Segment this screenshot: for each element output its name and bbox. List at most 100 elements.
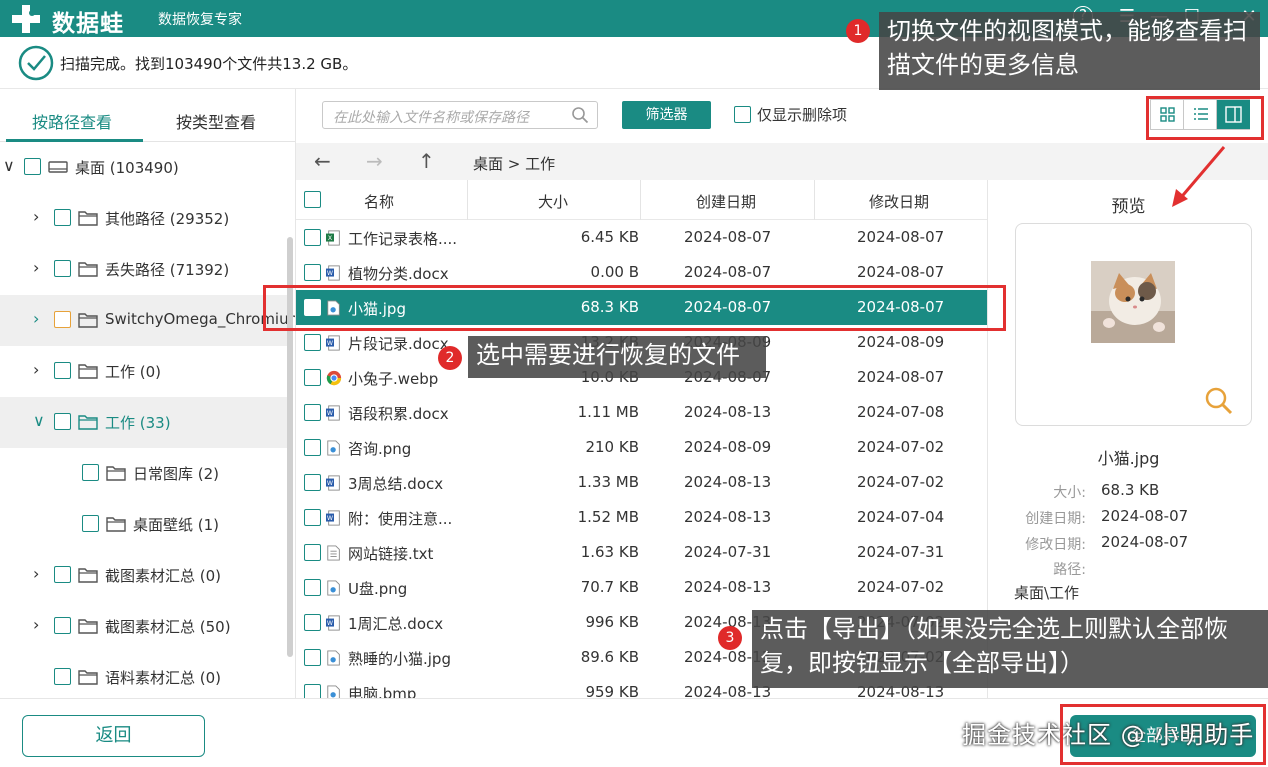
tree-item[interactable]: › 工作 (0) xyxy=(0,346,290,397)
image-icon xyxy=(327,580,340,596)
chevron-right-icon[interactable]: › xyxy=(33,360,49,380)
column-modified[interactable]: 修改日期 xyxy=(869,191,929,212)
folder-icon xyxy=(78,313,98,328)
file-row[interactable]: 咨询.png 210 KB 2024-08-09 2024-07-02 xyxy=(296,430,987,465)
folder-icon xyxy=(78,415,98,430)
meta-created-label: 创建日期: xyxy=(1025,511,1086,527)
file-checkbox[interactable] xyxy=(304,614,321,631)
search-icon[interactable] xyxy=(571,106,589,124)
file-name: 附：使用注意... xyxy=(348,510,453,528)
chevron-right-icon[interactable]: › xyxy=(33,615,49,635)
tree-item[interactable]: › 截图素材汇总 (0) xyxy=(0,550,290,601)
chevron-down-icon[interactable]: ∨ xyxy=(3,156,19,176)
file-checkbox[interactable] xyxy=(304,404,321,421)
left-pane: 按路径查看 按类型查看 ∨ 桌面 (103490) › 其他路径 (29352) › 丢失… xyxy=(0,89,296,698)
annotation-export: 点击【导出】（如果没完全选上则默认全部恢复，即按钮显示【全部导出】） xyxy=(752,610,1268,688)
meta-created-value: 2024-08-07 xyxy=(1101,507,1189,525)
meta-modified-value: 2024-08-07 xyxy=(1101,533,1189,551)
file-modified-date: 2024-07-02 xyxy=(857,578,945,596)
tree-item[interactable]: › 其他路径 (29352) xyxy=(0,193,290,244)
file-table-header: 名称 大小 创建日期 修改日期 xyxy=(296,180,987,220)
tree-item-label: 桌面 (103490) xyxy=(75,159,179,177)
file-created-date: 2024-08-07 xyxy=(684,228,772,246)
search-input[interactable]: 在此处输入文件名称或保存路径 xyxy=(322,101,598,129)
file-checkbox[interactable] xyxy=(304,649,321,666)
tree-checkbox[interactable] xyxy=(54,311,71,328)
tree-item-label: 日常图库 (2) xyxy=(133,465,220,483)
tree-item[interactable]: 桌面壁纸 (1) xyxy=(0,499,290,550)
back-button[interactable]: 返回 xyxy=(22,715,205,757)
tree-checkbox[interactable] xyxy=(82,464,99,481)
folder-icon xyxy=(106,466,126,481)
back-arrow-icon[interactable]: ← xyxy=(314,149,331,173)
tree-item[interactable]: › 丢失路径 (71392) xyxy=(0,244,290,295)
file-row[interactable]: X 工作记录表格.... 6.45 KB 2024-08-07 2024-08-07 xyxy=(296,220,987,255)
file-row[interactable]: W 附：使用注意... 1.52 MB 2024-08-13 2024-07-04 xyxy=(296,500,987,535)
file-checkbox[interactable] xyxy=(304,229,321,246)
tree-checkbox[interactable] xyxy=(54,260,71,277)
tree-item[interactable]: ∨ 工作 (33) xyxy=(0,397,290,448)
tab-by-type[interactable]: 按类型查看 xyxy=(176,109,256,133)
file-created-date: 2024-08-07 xyxy=(684,263,772,281)
file-checkbox[interactable] xyxy=(304,544,321,561)
only-deleted-checkbox[interactable] xyxy=(734,106,751,123)
word-icon: W xyxy=(326,265,340,281)
tree-checkbox[interactable] xyxy=(24,158,41,175)
file-checkbox[interactable] xyxy=(304,369,321,386)
meta-path-label: 路径: xyxy=(1053,562,1086,578)
file-checkbox[interactable] xyxy=(304,439,321,456)
tree-checkbox[interactable] xyxy=(54,413,71,430)
tree-item-label: 桌面壁纸 (1) xyxy=(133,516,220,534)
tree-item[interactable]: › SwitchyOmega_Chromium xyxy=(0,295,295,346)
tree-checkbox[interactable] xyxy=(54,362,71,379)
tree-checkbox[interactable] xyxy=(54,617,71,634)
file-row[interactable]: U盘.png 70.7 KB 2024-08-13 2024-07-02 xyxy=(296,570,987,605)
search-placeholder: 在此处输入文件名称或保存路径 xyxy=(333,110,529,126)
file-modified-date: 2024-07-02 xyxy=(857,438,945,456)
file-checkbox[interactable] xyxy=(304,334,321,351)
tree-item-label: 丢失路径 (71392) xyxy=(105,261,230,279)
select-all-checkbox[interactable] xyxy=(304,191,321,208)
file-size: 1.11 MB xyxy=(577,403,639,421)
file-created-date: 2024-08-13 xyxy=(684,403,772,421)
file-row[interactable]: 网站链接.txt 1.63 KB 2024-07-31 2024-07-31 xyxy=(296,535,987,570)
tree-item[interactable]: 日常图库 (2) xyxy=(0,448,290,499)
chevron-right-icon[interactable]: › xyxy=(33,207,49,227)
file-checkbox[interactable] xyxy=(304,264,321,281)
forward-arrow-icon[interactable]: → xyxy=(366,149,383,173)
up-arrow-icon[interactable]: ↑ xyxy=(418,149,435,173)
chevron-down-icon[interactable]: ∨ xyxy=(33,411,49,431)
meta-size-value: 68.3 KB xyxy=(1101,481,1160,499)
svg-text:W: W xyxy=(327,515,333,522)
preview-file-name: 小猫.jpg xyxy=(1097,449,1160,468)
tree-checkbox[interactable] xyxy=(82,515,99,532)
file-checkbox[interactable] xyxy=(304,579,321,596)
annotation-view-mode: 切换文件的视图模式，能够查看扫描文件的更多信息 xyxy=(879,12,1260,90)
meta-size-label: 大小: xyxy=(1053,485,1086,501)
file-row[interactable]: W 语段积累.docx 1.11 MB 2024-08-13 2024-07-08 xyxy=(296,395,987,430)
tree-item[interactable]: › 截图素材汇总 (50) xyxy=(0,601,290,652)
file-row[interactable]: W 3周总结.docx 1.33 MB 2024-08-13 2024-07-02 xyxy=(296,465,987,500)
file-modified-date: 2024-08-09 xyxy=(857,333,945,351)
chevron-right-icon[interactable]: › xyxy=(33,564,49,584)
annotation-select-file: 选中需要进行恢复的文件 xyxy=(468,336,766,378)
tree-item[interactable]: 语料素材汇总 (0) xyxy=(0,652,290,698)
chevron-right-icon[interactable]: › xyxy=(33,309,49,329)
tree-checkbox[interactable] xyxy=(54,209,71,226)
column-created[interactable]: 创建日期 xyxy=(696,191,756,212)
tree-item[interactable]: ∨ 桌面 (103490) xyxy=(0,142,290,193)
filter-button[interactable]: 筛选器 xyxy=(622,101,711,129)
file-name: 网站链接.txt xyxy=(348,545,434,563)
zoom-icon[interactable] xyxy=(1204,386,1234,416)
column-name[interactable]: 名称 xyxy=(364,191,394,212)
file-checkbox[interactable] xyxy=(304,509,321,526)
tree-checkbox[interactable] xyxy=(54,668,71,685)
column-size[interactable]: 大小 xyxy=(538,191,568,212)
tab-by-path[interactable]: 按路径查看 xyxy=(32,109,112,133)
file-checkbox[interactable] xyxy=(304,474,321,491)
view-mode-highlight xyxy=(1146,96,1264,140)
chevron-right-icon[interactable]: › xyxy=(33,258,49,278)
svg-text:W: W xyxy=(327,410,333,417)
breadcrumb[interactable]: 桌面 > 工作 xyxy=(473,153,555,174)
tree-checkbox[interactable] xyxy=(54,566,71,583)
